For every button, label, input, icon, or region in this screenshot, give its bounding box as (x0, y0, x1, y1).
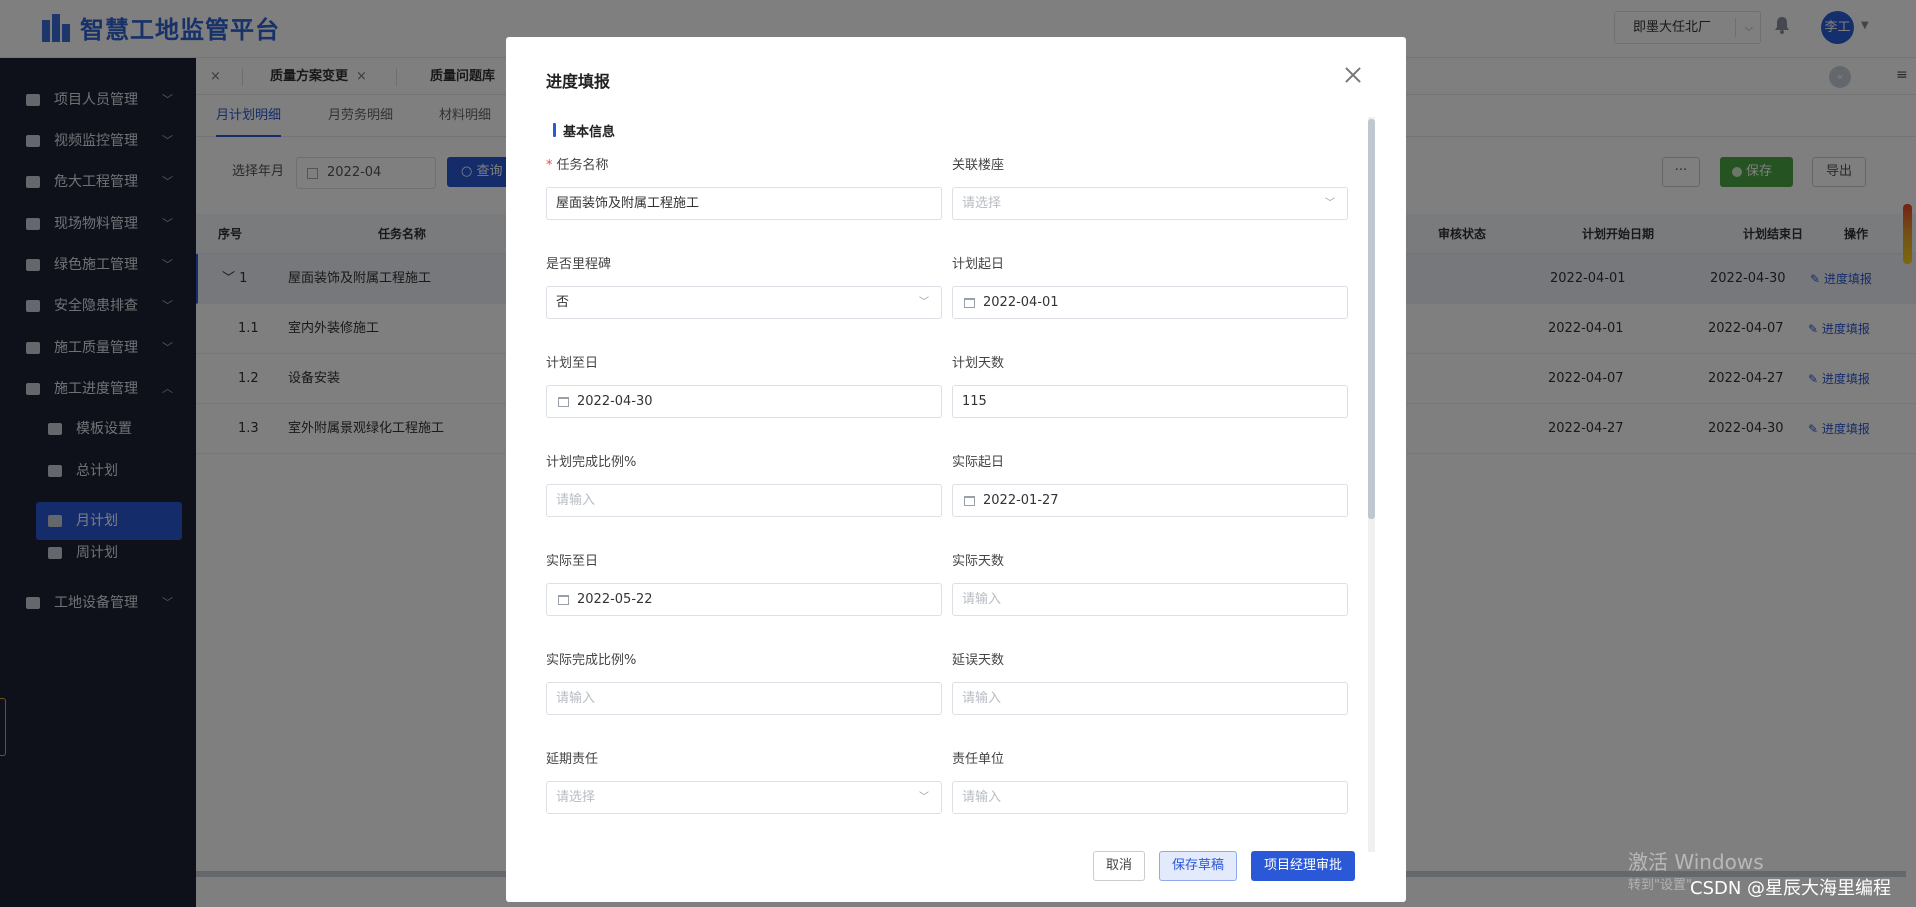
csdn-watermark: CSDN @星辰大海里编程 (1690, 878, 1892, 899)
actual-end-date[interactable]: 2022-05-22 (546, 583, 942, 616)
actual-start-date[interactable]: 2022-01-27 (952, 484, 1348, 517)
plan-start-date[interactable]: 2022-04-01 (952, 286, 1348, 319)
actual-ratio-input[interactable]: 请输入 (546, 682, 942, 715)
calendar-icon (558, 595, 569, 605)
windows-settings-text: 转到"设置" (1628, 878, 1692, 893)
plan-end-label: 计划至日 (546, 356, 599, 371)
dialog-scroll-thumb[interactable] (1368, 119, 1375, 519)
milestone-select[interactable]: 否 ﹀ (546, 286, 942, 319)
calendar-icon (964, 298, 975, 308)
building-select[interactable]: 请选择 ﹀ (952, 187, 1348, 220)
resp-unit-input[interactable]: 请输入 (952, 781, 1348, 814)
save-draft-button[interactable]: 保存草稿 (1159, 851, 1237, 881)
calendar-icon (964, 496, 975, 506)
progress-report-dialog: 进度填报 基本信息 * 任务名称 屋面装饰及附属工程施工 关联楼座 请选择 ﹀ 是否… (506, 37, 1406, 902)
actual-days-input[interactable]: 请输入 (952, 583, 1348, 616)
section-title: 基本信息 (563, 125, 616, 140)
plan-start-label: 计划起日 (952, 257, 1005, 272)
section-marker (553, 123, 556, 137)
chevron-down-icon: ﹀ (919, 297, 929, 308)
actual-ratio-label: 实际完成比例% (546, 653, 637, 668)
plan-end-date[interactable]: 2022-04-30 (546, 385, 942, 418)
plan-days-label: 计划天数 (952, 356, 1005, 371)
actual-days-label: 实际天数 (952, 554, 1005, 569)
cancel-button[interactable]: 取消 (1093, 851, 1145, 881)
calendar-icon (558, 397, 569, 407)
task-name-label: * 任务名称 (546, 158, 609, 173)
chevron-down-icon: ﹀ (1325, 198, 1335, 209)
delay-resp-label: 延期责任 (546, 752, 599, 767)
dialog-title: 进度填报 (546, 72, 611, 91)
plan-days-input[interactable]: 115 (952, 385, 1348, 418)
windows-activation-text: 激活 Windows (1628, 850, 1764, 874)
chevron-down-icon: ﹀ (919, 792, 929, 803)
required-mark: * (546, 158, 553, 173)
milestone-label: 是否里程碑 (546, 257, 612, 272)
actual-end-label: 实际至日 (546, 554, 599, 569)
delay-days-input[interactable]: 请输入 (952, 682, 1348, 715)
delay-days-label: 延误天数 (952, 653, 1005, 668)
building-label: 关联楼座 (952, 158, 1005, 173)
plan-ratio-input[interactable]: 请输入 (546, 484, 942, 517)
close-icon[interactable] (1343, 65, 1363, 85)
task-name-input[interactable]: 屋面装饰及附属工程施工 (546, 187, 942, 220)
delay-resp-select[interactable]: 请选择 ﹀ (546, 781, 942, 814)
plan-ratio-label: 计划完成比例% (546, 455, 637, 470)
resp-unit-label: 责任单位 (952, 752, 1005, 767)
actual-start-label: 实际起日 (952, 455, 1005, 470)
manager-approve-button[interactable]: 项目经理审批 (1251, 851, 1355, 881)
